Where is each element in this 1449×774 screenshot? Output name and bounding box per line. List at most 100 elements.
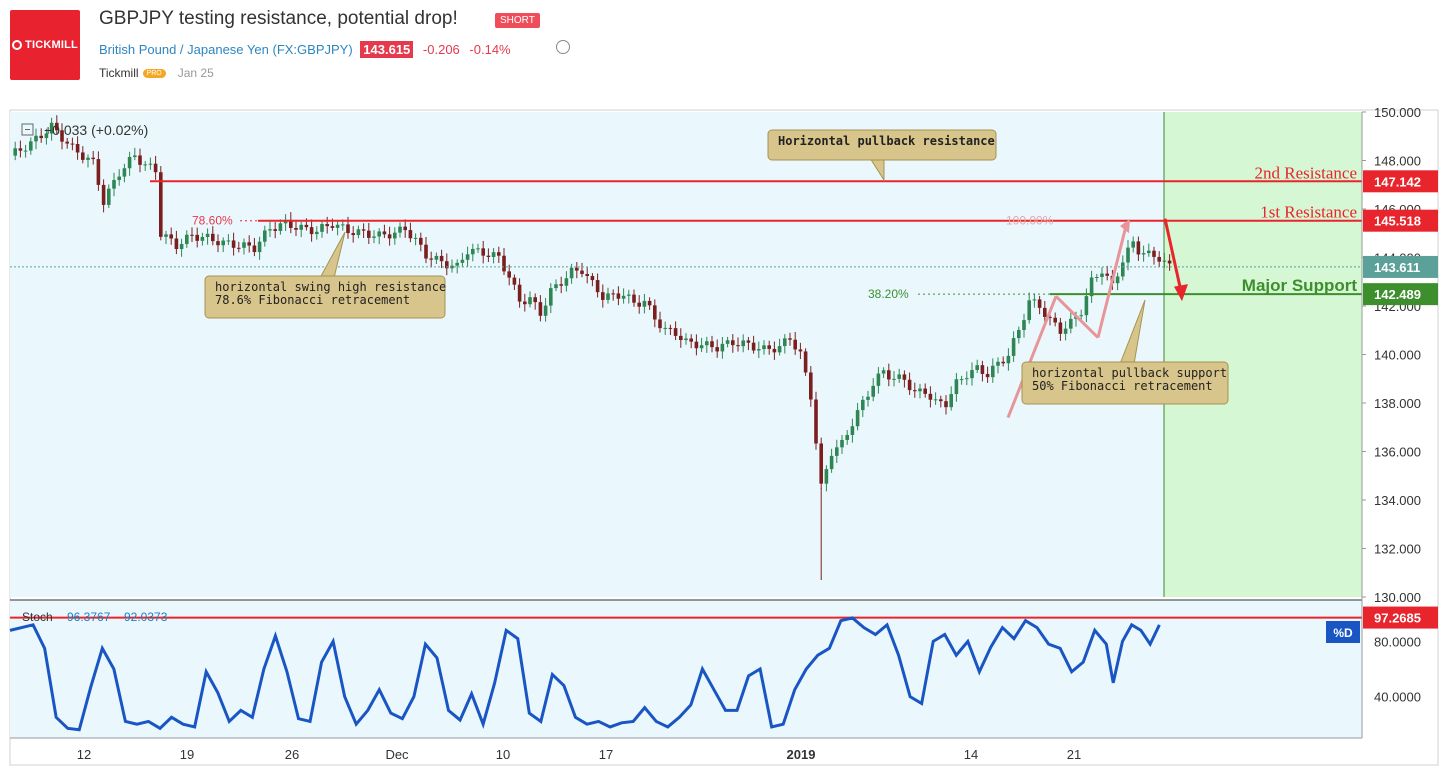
candle-body bbox=[814, 399, 818, 444]
candle-body bbox=[861, 399, 865, 411]
candle-body bbox=[497, 252, 501, 256]
time-tick-label: Dec bbox=[385, 747, 409, 762]
candle-body bbox=[419, 237, 423, 245]
candle-body bbox=[788, 338, 792, 340]
candle-body bbox=[798, 349, 803, 352]
candle-body bbox=[1147, 250, 1151, 254]
candle-body bbox=[1001, 361, 1005, 364]
candle-body bbox=[616, 293, 621, 299]
resistance-2-price-label: 147.142 bbox=[1374, 174, 1421, 189]
candle-body bbox=[554, 284, 558, 289]
candle-body bbox=[980, 365, 985, 374]
candle-body bbox=[190, 234, 194, 236]
candle-body bbox=[195, 234, 199, 241]
candle-body bbox=[174, 238, 179, 250]
candle-body bbox=[668, 327, 673, 329]
candle-body bbox=[408, 230, 413, 239]
candle-body bbox=[590, 276, 595, 281]
price-tick-label: 130.000 bbox=[1374, 590, 1421, 605]
candle-body bbox=[278, 223, 283, 231]
candle-body bbox=[705, 341, 709, 346]
candle-body bbox=[429, 258, 433, 260]
candle-body bbox=[944, 401, 948, 408]
candle-body bbox=[1141, 253, 1146, 255]
price-tick-label: 148.000 bbox=[1374, 154, 1421, 169]
candle-body bbox=[169, 234, 173, 239]
candle-body bbox=[907, 379, 912, 391]
candle-body bbox=[1027, 300, 1031, 321]
candle-body bbox=[112, 180, 116, 189]
candle-body bbox=[538, 302, 543, 316]
fib-786-label: 78.60% bbox=[192, 214, 233, 228]
candle-body bbox=[642, 300, 647, 307]
candle-body bbox=[679, 335, 683, 341]
candle-body bbox=[824, 469, 829, 484]
candle-body bbox=[658, 319, 662, 329]
candle-body bbox=[117, 176, 121, 181]
candle-body bbox=[18, 148, 23, 151]
candle-body bbox=[1126, 247, 1130, 263]
fib-100-label: 100.00% bbox=[1006, 214, 1054, 228]
candle-body bbox=[1079, 315, 1083, 317]
stoch-title: Stoch bbox=[22, 610, 53, 624]
candle-body bbox=[1115, 276, 1120, 284]
candle-body bbox=[75, 144, 80, 153]
stoch-pane-background bbox=[10, 600, 1362, 738]
candle-body bbox=[107, 188, 111, 205]
candle-body bbox=[928, 393, 933, 400]
candle-body bbox=[777, 346, 782, 353]
candle-body bbox=[252, 245, 257, 253]
candle-body bbox=[746, 340, 751, 343]
candle-body bbox=[757, 349, 761, 351]
candle-body bbox=[153, 163, 158, 173]
candle-body bbox=[1136, 241, 1141, 255]
candle-body bbox=[710, 341, 714, 348]
candle-body bbox=[257, 241, 262, 253]
candle-body bbox=[887, 370, 891, 380]
candle-body bbox=[502, 255, 506, 272]
candle-body bbox=[242, 242, 246, 248]
candle-body bbox=[923, 388, 927, 394]
candle-body bbox=[413, 237, 418, 239]
candle-body bbox=[621, 295, 626, 299]
stoch-tick-label: 40.0000 bbox=[1374, 690, 1421, 705]
candle-body bbox=[216, 241, 220, 246]
candle-body bbox=[1037, 299, 1042, 308]
candle-body bbox=[751, 342, 756, 351]
candle-body bbox=[1053, 317, 1057, 323]
candle-body bbox=[1006, 355, 1011, 364]
candle-body bbox=[793, 339, 797, 350]
candle-body bbox=[1043, 307, 1047, 317]
candle-body bbox=[1011, 338, 1016, 356]
candle-body bbox=[434, 255, 439, 260]
candle-body bbox=[715, 347, 719, 352]
candle-body bbox=[133, 155, 137, 158]
candle-body bbox=[465, 254, 470, 260]
candle-body bbox=[335, 224, 340, 228]
candle-body bbox=[1095, 276, 1099, 278]
resistance-2-label: 2nd Resistance bbox=[1255, 163, 1357, 182]
candle-body bbox=[263, 230, 267, 242]
candle-body bbox=[330, 226, 335, 228]
candle-body bbox=[512, 277, 517, 285]
candle-body bbox=[143, 164, 147, 166]
candle-body bbox=[13, 148, 17, 156]
candle-body bbox=[86, 157, 90, 160]
candle-body bbox=[876, 373, 881, 386]
candle-body bbox=[138, 155, 142, 165]
candle-body bbox=[294, 227, 298, 230]
candle-body bbox=[299, 224, 303, 230]
candle-body bbox=[226, 240, 231, 242]
candle-body bbox=[569, 267, 574, 279]
candle-body bbox=[387, 234, 392, 239]
candle-body bbox=[855, 410, 860, 427]
candle-body bbox=[835, 447, 839, 456]
candle-body bbox=[127, 157, 132, 169]
candle-body bbox=[564, 278, 569, 286]
price-chart[interactable]: 78.60% 100.00% 38.20% 2nd Resistance 1st Res… bbox=[0, 0, 1449, 774]
stoch-tick-label: 80.0000 bbox=[1374, 634, 1421, 649]
price-tick-label: 132.000 bbox=[1374, 542, 1421, 557]
candle-body bbox=[356, 229, 361, 236]
main-pane-background bbox=[10, 112, 1362, 597]
candle-body bbox=[382, 231, 387, 235]
